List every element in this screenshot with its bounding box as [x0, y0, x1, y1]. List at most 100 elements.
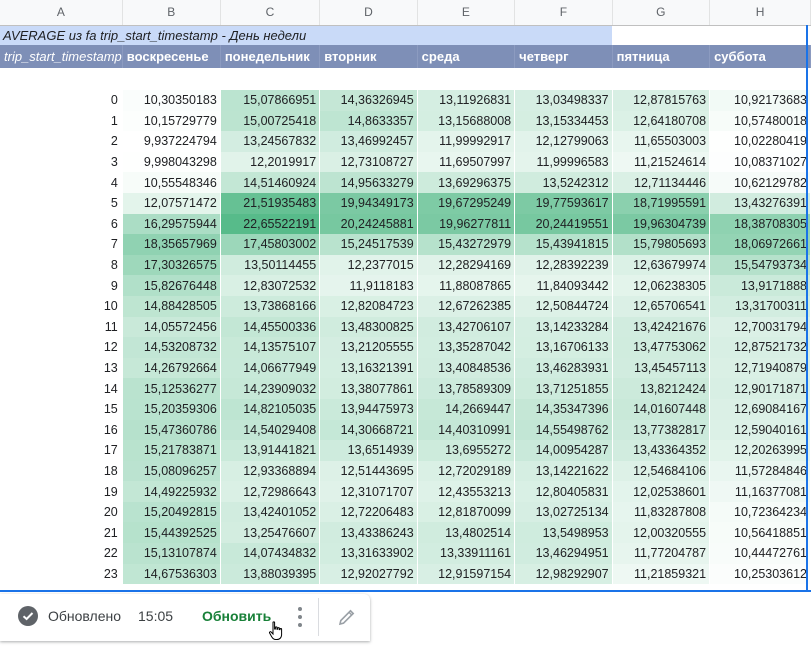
value-cell[interactable]: 15,82676448 [122, 275, 221, 296]
value-cell[interactable]: 11,16377081 [709, 481, 811, 502]
hour-cell[interactable]: 18 [0, 460, 123, 482]
value-cell[interactable]: 13,35287042 [417, 337, 516, 358]
pencil-icon[interactable] [336, 606, 358, 628]
value-cell[interactable]: 14,07434832 [220, 543, 321, 564]
refresh-button[interactable]: Обновить [196, 598, 276, 634]
value-cell[interactable]: 10,30350183 [122, 90, 221, 111]
column-header[interactable]: G [612, 0, 711, 26]
column-header[interactable]: H [709, 0, 811, 26]
value-cell[interactable]: 12,51443695 [319, 460, 418, 482]
column-header[interactable]: F [514, 0, 613, 26]
value-cell[interactable]: 11,83287808 [612, 501, 711, 523]
value-cell[interactable]: 14,82105035 [220, 398, 321, 420]
value-cell[interactable]: 14,30668721 [319, 419, 418, 441]
hour-cell[interactable]: 8 [0, 254, 123, 276]
value-cell[interactable]: 13,38077861 [319, 378, 418, 399]
value-cell[interactable]: 13,6514939 [319, 440, 418, 461]
value-cell[interactable]: 13,16321391 [319, 357, 418, 379]
value-cell[interactable]: 11,77204787 [612, 543, 711, 564]
value-cell[interactable]: 11,57284846 [709, 460, 811, 482]
value-cell[interactable]: 10,44472761 [709, 543, 811, 564]
value-cell[interactable]: 12,98292907 [514, 563, 613, 585]
value-cell[interactable]: 14,05572456 [122, 316, 221, 338]
value-cell[interactable]: 13,47753062 [612, 337, 711, 358]
value-cell[interactable]: 14,2669447 [417, 398, 516, 420]
value-cell[interactable]: 12,67262385 [417, 295, 516, 317]
value-cell[interactable]: 12,80405831 [514, 481, 613, 502]
hour-cell[interactable]: 4 [0, 172, 123, 193]
hour-cell[interactable]: 17 [0, 440, 123, 461]
value-cell[interactable]: 15,08096257 [122, 460, 221, 482]
value-cell[interactable]: 14,13575107 [220, 337, 321, 358]
value-cell[interactable]: 18,38708305 [709, 213, 811, 235]
value-cell[interactable]: 12,54684106 [612, 460, 711, 482]
value-cell[interactable]: 11,9118183 [319, 275, 418, 296]
value-cell[interactable]: 13,31700311 [709, 295, 811, 317]
hour-cell[interactable]: 21 [0, 522, 123, 544]
value-cell[interactable]: 13,42401052 [220, 501, 321, 523]
value-cell[interactable]: 14,67536303 [122, 563, 221, 585]
value-cell[interactable]: 11,99992917 [417, 131, 516, 152]
spreadsheet-grid[interactable]: A B C D E F G H AVERAGE из fa trip_start… [0, 0, 811, 592]
value-cell[interactable]: 12,07571472 [122, 192, 221, 214]
value-cell[interactable]: 10,92173683 [709, 90, 811, 111]
hour-cell[interactable]: 1 [0, 110, 123, 132]
day-header[interactable]: четверг [514, 45, 613, 68]
value-cell[interactable]: 13,69296375 [417, 172, 516, 193]
value-cell[interactable]: 10,25303612 [709, 563, 811, 585]
day-header[interactable]: воскресенье [122, 45, 221, 68]
value-cell[interactable]: 13,42706107 [417, 316, 516, 338]
value-cell[interactable]: 15,12536277 [122, 378, 221, 399]
value-cell[interactable]: 12,28392239 [514, 254, 613, 276]
hour-cell[interactable]: 23 [0, 563, 123, 585]
value-cell[interactable]: 10,02280419 [709, 131, 811, 152]
day-header[interactable]: среда [417, 45, 516, 68]
value-cell[interactable]: 15,21783871 [122, 440, 221, 461]
value-cell[interactable]: 13,71251855 [514, 378, 613, 399]
value-cell[interactable]: 15,43941815 [514, 234, 613, 255]
hour-cell[interactable]: 9 [0, 275, 123, 296]
value-cell[interactable]: 13,4802514 [417, 522, 516, 544]
value-cell[interactable]: 12,73108727 [319, 151, 418, 173]
value-cell[interactable]: 12,28294169 [417, 254, 516, 276]
value-cell[interactable]: 13,25476607 [220, 522, 321, 544]
value-cell[interactable]: 13,5498953 [514, 522, 613, 544]
hour-cell[interactable]: 2 [0, 131, 123, 152]
value-cell[interactable]: 12,71940879 [709, 357, 811, 379]
column-header[interactable]: A [0, 0, 123, 26]
day-header[interactable]: пятница [612, 45, 711, 68]
value-cell[interactable]: 18,35657969 [122, 234, 221, 255]
value-cell[interactable]: 12,02538601 [612, 481, 711, 502]
value-cell[interactable]: 12,83072532 [220, 275, 321, 296]
value-cell[interactable]: 15,24517539 [319, 234, 418, 255]
day-header[interactable]: понедельник [220, 45, 321, 68]
value-cell[interactable]: 12,59040161 [709, 419, 811, 441]
value-cell[interactable]: 15,13107874 [122, 543, 221, 564]
value-cell[interactable]: 12,00320555 [612, 522, 711, 544]
value-cell[interactable]: 12,82084723 [319, 295, 418, 317]
value-cell[interactable]: 15,20359306 [122, 398, 221, 420]
value-cell[interactable]: 10,55548346 [122, 172, 221, 193]
value-cell[interactable]: 14,06677949 [220, 357, 321, 379]
value-cell[interactable]: 9,998043298 [122, 151, 221, 173]
column-header[interactable]: C [220, 0, 321, 26]
hour-cell[interactable]: 11 [0, 316, 123, 338]
value-cell[interactable]: 14,23909032 [220, 378, 321, 399]
value-cell[interactable]: 14,54029408 [220, 419, 321, 441]
value-cell[interactable]: 14,55498762 [514, 419, 613, 441]
value-cell[interactable]: 13,16706133 [514, 337, 613, 358]
value-cell[interactable]: 12,91597154 [417, 563, 516, 585]
value-cell[interactable]: 14,36326945 [319, 90, 418, 111]
value-cell[interactable]: 14,49225932 [122, 481, 221, 502]
value-cell[interactable]: 10,57480018 [709, 110, 811, 132]
value-cell[interactable]: 13,88039395 [220, 563, 321, 585]
value-cell[interactable]: 12,06238305 [612, 275, 711, 296]
value-cell[interactable]: 11,88087865 [417, 275, 516, 296]
value-cell[interactable]: 11,21524614 [612, 151, 711, 173]
value-cell[interactable]: 12,72206483 [319, 501, 418, 523]
value-cell[interactable]: 12,72029189 [417, 460, 516, 482]
value-cell[interactable]: 12,93368894 [220, 460, 321, 482]
value-cell[interactable]: 12,2377015 [319, 254, 418, 276]
column-header[interactable]: D [319, 0, 418, 26]
value-cell[interactable]: 10,72364234 [709, 501, 811, 523]
